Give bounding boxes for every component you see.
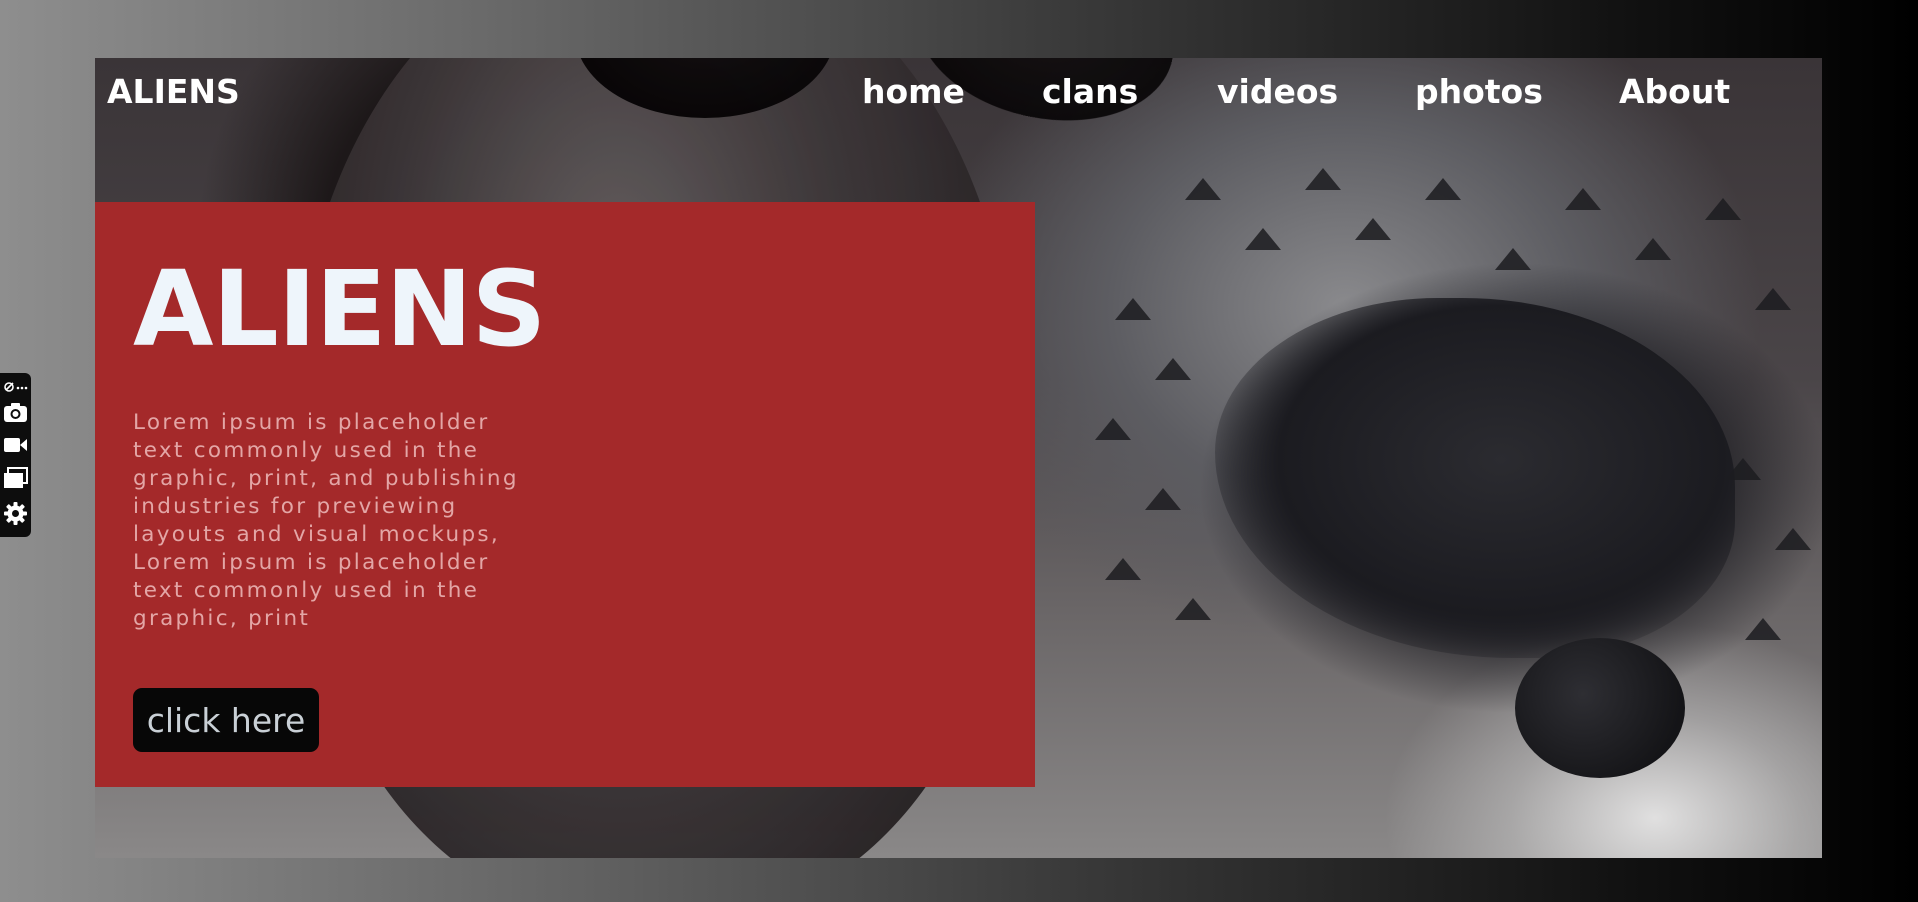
fighter-ship <box>1305 168 1341 190</box>
click-here-button[interactable]: click here <box>133 688 319 752</box>
fighter-ship <box>1635 238 1671 260</box>
windows-icon[interactable] <box>3 467 28 493</box>
camera-icon[interactable] <box>3 401 28 427</box>
spaceship-image <box>1215 298 1735 658</box>
fighter-ship <box>1705 198 1741 220</box>
alien-left-eye <box>575 58 835 118</box>
fighter-ship <box>1355 218 1391 240</box>
site-logo[interactable]: ALIENS <box>107 72 240 111</box>
nav-link-photos[interactable]: photos <box>1415 72 1543 111</box>
fighter-ship <box>1145 488 1181 510</box>
video-camera-icon[interactable] <box>3 435 28 459</box>
screen-capture-toolbar <box>0 373 31 537</box>
settings-gear-icon[interactable] <box>3 501 28 530</box>
fighter-ship <box>1565 188 1601 210</box>
hero-panel: ALIENS Lorem ipsum is placeholder text c… <box>95 202 1035 787</box>
hero-description: Lorem ipsum is placeholder text commonly… <box>133 410 519 631</box>
fighter-ship <box>1245 228 1281 250</box>
hero-title: ALIENS <box>133 248 546 370</box>
hero-banner: ALIENS home clans videos photos About AL… <box>95 58 1822 858</box>
fighter-ship <box>1105 558 1141 580</box>
nav-link-about[interactable]: About <box>1619 72 1730 111</box>
main-nav: home clans videos photos About <box>862 72 1822 122</box>
fighter-ship <box>1095 418 1131 440</box>
fighter-ship <box>1775 528 1811 550</box>
nav-link-home[interactable]: home <box>862 72 965 111</box>
fighter-ship <box>1115 298 1151 320</box>
fighter-ship <box>1425 178 1461 200</box>
nav-link-videos[interactable]: videos <box>1217 72 1338 111</box>
extension-menu-icon[interactable] <box>3 379 28 398</box>
spaceship-pod-image <box>1515 638 1685 778</box>
nav-link-clans[interactable]: clans <box>1042 72 1138 111</box>
fighter-ship <box>1745 618 1781 640</box>
fighter-ship <box>1155 358 1191 380</box>
fighter-ship <box>1495 248 1531 270</box>
fighter-ship <box>1185 178 1221 200</box>
fighter-ship <box>1755 288 1791 310</box>
fighter-ship <box>1175 598 1211 620</box>
fighter-ship <box>1725 458 1761 480</box>
